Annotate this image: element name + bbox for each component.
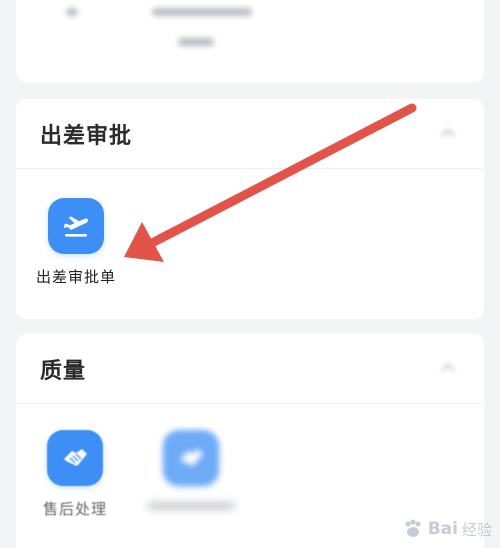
card-header: 出差审批 <box>16 99 484 169</box>
app-label: 出差审批单 <box>35 268 116 286</box>
airplane-takeoff-icon <box>48 198 104 254</box>
card-header: 质量 <box>16 334 484 404</box>
watermark: Bai 经验 <box>402 518 492 540</box>
blurred-text <box>178 38 214 46</box>
handshake-icon <box>47 430 103 486</box>
blurred-text <box>147 502 235 510</box>
app-after-sales[interactable]: 售后处理 <box>25 430 125 519</box>
app-blurred[interactable] <box>141 430 241 510</box>
app-business-trip-form[interactable]: 出差审批单 <box>26 198 126 287</box>
top-card <box>16 0 484 82</box>
section-title: 出差审批 <box>40 122 133 149</box>
baidu-paw-logo <box>405 519 421 537</box>
watermark-suffix: 经验 <box>461 520 492 539</box>
chevron-up-icon[interactable] <box>440 360 456 376</box>
chevron-up-icon[interactable] <box>440 125 456 141</box>
business-trip-card: 出差审批 出差审批单 <box>16 99 484 319</box>
quality-card: 质量 售后处理 <box>16 334 484 548</box>
section-title: 质量 <box>40 357 87 384</box>
watermark-text: Bai <box>427 519 458 539</box>
blurred-text <box>152 8 252 16</box>
app-label: 售后处理 <box>42 500 107 518</box>
blurred-text <box>66 8 78 16</box>
handshake-icon <box>163 430 219 486</box>
